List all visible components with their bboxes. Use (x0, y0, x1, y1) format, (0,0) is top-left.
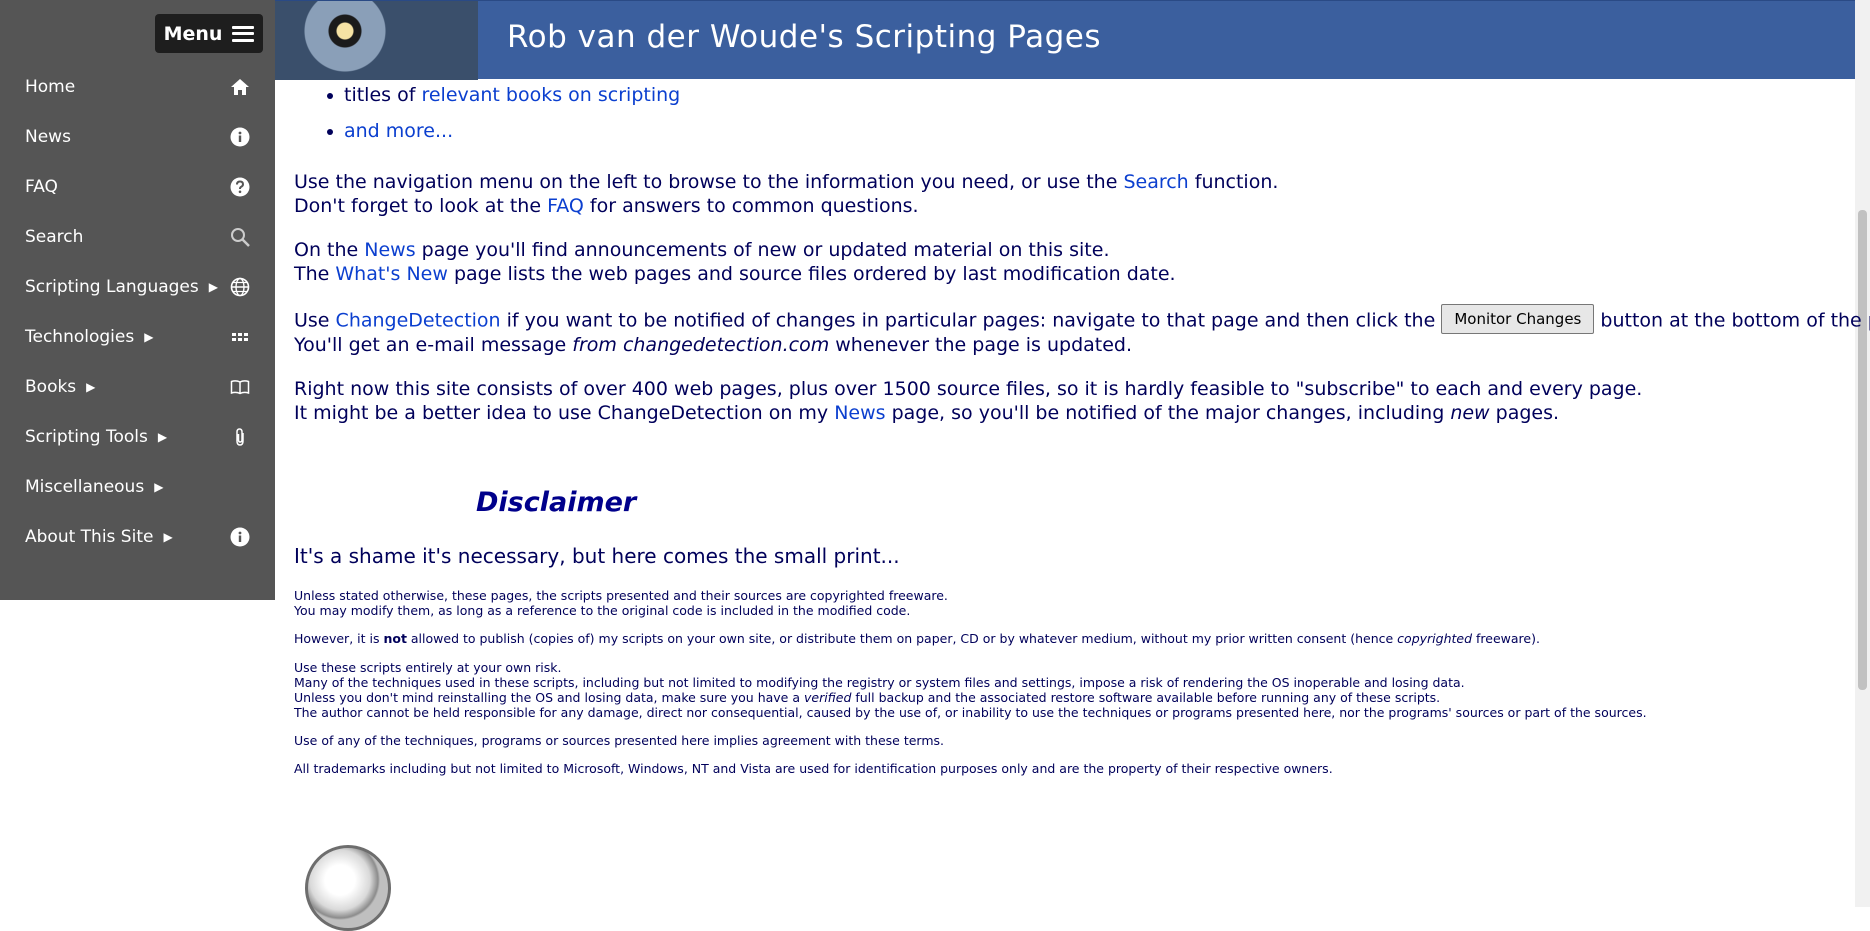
sidebar-item-news[interactable]: News (0, 112, 275, 162)
submenu-arrow-icon: ▶ (163, 530, 173, 544)
monitor-changes-button[interactable]: Monitor Changes (1441, 304, 1595, 334)
paragraph-line: Right now this site consists of over 400… (294, 378, 1643, 400)
hamburger-icon (232, 25, 255, 42)
submenu-arrow-icon: ▶ (208, 280, 218, 294)
home-icon (229, 76, 251, 98)
submenu-arrow-icon: ▶ (144, 330, 154, 344)
sidebar-item-label: Home (25, 77, 76, 97)
sidebar-item-label: Technologies (25, 327, 135, 347)
disclaimer-text: You may modify them, as long as a refere… (294, 603, 911, 618)
disclaimer-text: Many of the techniques used in these scr… (294, 675, 1465, 690)
submenu-arrow-icon: ▶ (157, 430, 168, 444)
page-scrollbar[interactable] (1855, 0, 1870, 907)
sidebar-item-home[interactable]: Home (0, 62, 275, 112)
disclaimer-text: The author cannot be held responsible fo… (294, 705, 1647, 720)
sidebar-item-faq[interactable]: FAQ (0, 162, 275, 212)
sidebar-item-label: About This Site (25, 527, 154, 547)
sidebar-item-label: Search (25, 227, 84, 247)
globe-icon (229, 276, 251, 298)
sidebar-item-books[interactable]: Books ▶ (0, 362, 275, 412)
bullet-icon (327, 129, 333, 135)
disclaimer-text: However, it is not allowed to publish (c… (294, 631, 1540, 646)
submenu-arrow-icon: ▶ (86, 380, 96, 394)
paragraph-line: It might be a better idea to use ChangeD… (294, 402, 1560, 424)
grid-icon (229, 326, 251, 348)
disclaimer-text: Use these scripts entirely at your own r… (294, 660, 562, 675)
sidebar-item-search[interactable]: Search (0, 212, 275, 262)
news-link[interactable]: News (834, 402, 885, 424)
disclaimer-heading: Disclaimer (476, 487, 637, 518)
sidebar-item-scripting-tools[interactable]: Scripting Tools ▶ (0, 412, 275, 462)
paperclip-icon (229, 426, 251, 448)
books-link[interactable]: relevant books on scripting (421, 84, 680, 106)
list-item: and more... (344, 119, 453, 143)
sidebar: Menu Home News FAQ Search Scripting Lang… (0, 0, 275, 600)
bullet-icon (327, 93, 333, 99)
scrollbar-thumb[interactable] (1858, 210, 1867, 690)
sidebar-item-about[interactable]: About This Site ▶ (0, 512, 275, 562)
whats-new-link[interactable]: What's New (335, 263, 448, 285)
disclaimer-text: All trademarks including but not limited… (294, 761, 1333, 776)
disclaimer-text: Unless you don't mind reinstalling the O… (294, 690, 1441, 705)
paragraph-line: The What's New page lists the web pages … (294, 263, 1176, 285)
sidebar-item-scripting-languages[interactable]: Scripting Languages ▶ (0, 262, 275, 312)
paragraph-line: You'll get an e-mail message from change… (294, 334, 1133, 356)
paragraph-line: Don't forget to look at the FAQ for answ… (294, 195, 919, 217)
sidebar-item-label: Books (25, 377, 77, 397)
menu-button[interactable]: Menu (155, 14, 263, 53)
submenu-arrow-icon: ▶ (154, 480, 164, 494)
sidebar-item-technologies[interactable]: Technologies ▶ (0, 312, 275, 362)
news-link[interactable]: News (364, 239, 415, 261)
sidebar-item-label: Miscellaneous (25, 477, 145, 497)
changedetection-link[interactable]: ChangeDetection (336, 310, 501, 332)
site-title: Rob van der Woude's Scripting Pages (507, 19, 1101, 55)
and-more-link[interactable]: and more... (344, 120, 453, 142)
paragraph-line: Use ChangeDetection if you want to be no… (294, 304, 1870, 336)
paragraph-line: Use the navigation menu on the left to b… (294, 171, 1279, 193)
help-icon (229, 176, 251, 198)
disclaimer-intro: It's a shame it's necessary, but here co… (294, 544, 900, 568)
disclaimer-text: Unless stated otherwise, these pages, th… (294, 588, 948, 603)
site-banner: Rob van der Woude's Scripting Pages (275, 0, 1860, 80)
book-icon (229, 376, 251, 398)
list-item: titles of relevant books on scripting (344, 84, 681, 106)
sidebar-item-label: Scripting Tools (25, 427, 148, 447)
paragraph-line: On the News page you'll find announcemen… (294, 239, 1110, 261)
disclaimer-text: Use of any of the techniques, programs o… (294, 733, 945, 748)
search-icon (229, 226, 251, 248)
info-icon (229, 526, 251, 548)
sidebar-item-label: News (25, 127, 71, 147)
eagle-logo-image (275, 1, 478, 80)
faq-link[interactable]: FAQ (547, 195, 584, 217)
search-link[interactable]: Search (1123, 171, 1188, 193)
menu-label: Menu (163, 22, 223, 45)
info-icon (229, 126, 251, 148)
sidebar-item-label: FAQ (25, 177, 58, 197)
magnifier-image (305, 845, 391, 931)
sidebar-item-label: Scripting Languages (25, 277, 199, 297)
sidebar-item-miscellaneous[interactable]: Miscellaneous ▶ (0, 462, 275, 512)
